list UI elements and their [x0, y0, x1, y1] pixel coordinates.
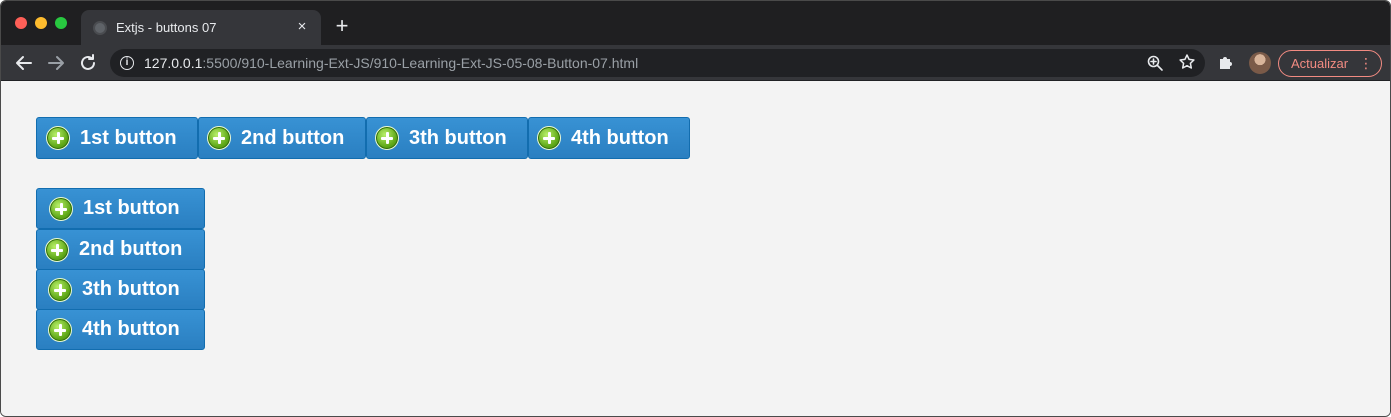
menu-dots-icon[interactable]: ⋮: [1359, 51, 1373, 75]
zoom-icon[interactable]: [1146, 54, 1164, 72]
browser-window: Extjs - buttons 07 × + i 127.0.0.1:5500/…: [0, 0, 1391, 417]
v-button-2[interactable]: 2nd button: [36, 229, 205, 270]
browser-toolbar: i 127.0.0.1:5500/910-Learning-Ext-JS/910…: [1, 45, 1390, 81]
button-label: 3th button: [82, 278, 180, 300]
url-path: :5500/910-Learning-Ext-JS/910-Learning-E…: [202, 55, 639, 71]
update-button[interactable]: Actualizar ⋮: [1278, 50, 1382, 77]
tab-strip: Extjs - buttons 07 × +: [1, 1, 1390, 45]
button-label: 3th button: [409, 126, 507, 149]
v-button-3[interactable]: 3th button: [36, 269, 205, 310]
add-icon: [46, 126, 70, 150]
tab-title: Extjs - buttons 07: [116, 20, 217, 35]
back-arrow-icon[interactable]: [13, 52, 35, 74]
add-icon: [48, 317, 72, 342]
button-label: 2nd button: [241, 126, 345, 149]
minimize-window-button[interactable]: [35, 17, 47, 29]
add-icon: [375, 126, 399, 150]
profile-avatar[interactable]: [1249, 52, 1271, 74]
close-tab-icon[interactable]: ×: [293, 18, 311, 36]
page-content: 1st button 2nd button 3th button 4th but…: [1, 82, 1390, 416]
button-label: 4th button: [571, 126, 669, 149]
v-button-4[interactable]: 4th button: [36, 309, 205, 350]
maximize-window-button[interactable]: [55, 17, 67, 29]
globe-icon: [93, 21, 107, 35]
close-window-button[interactable]: [15, 17, 27, 29]
info-icon[interactable]: i: [120, 56, 134, 70]
extensions-puzzle-icon[interactable]: [1217, 53, 1235, 71]
forward-arrow-icon[interactable]: [45, 52, 67, 74]
new-tab-button[interactable]: +: [331, 15, 353, 37]
h-button-2[interactable]: 2nd button: [198, 117, 366, 159]
add-icon: [49, 196, 73, 221]
button-label: 2nd button: [79, 238, 183, 260]
url-host: 127.0.0.1: [144, 55, 203, 71]
bookmark-star-icon[interactable]: [1178, 53, 1196, 71]
reload-icon[interactable]: [77, 52, 99, 74]
button-label: 1st button: [80, 126, 177, 149]
url-text[interactable]: 127.0.0.1:5500/910-Learning-Ext-JS/910-L…: [144, 55, 638, 71]
h-button-3[interactable]: 3th button: [366, 117, 528, 159]
add-icon: [48, 277, 72, 302]
button-label: 1st button: [83, 197, 180, 219]
update-label: Actualizar: [1291, 56, 1349, 71]
tab-active[interactable]: Extjs - buttons 07 ×: [81, 10, 321, 45]
add-icon: [207, 126, 231, 150]
h-button-1[interactable]: 1st button: [36, 117, 198, 159]
add-icon: [537, 126, 561, 150]
button-label: 4th button: [82, 318, 180, 340]
v-button-1[interactable]: 1st button: [36, 188, 205, 229]
address-bar[interactable]: i 127.0.0.1:5500/910-Learning-Ext-JS/910…: [110, 49, 1205, 77]
h-button-4[interactable]: 4th button: [528, 117, 690, 159]
add-icon: [45, 237, 69, 262]
